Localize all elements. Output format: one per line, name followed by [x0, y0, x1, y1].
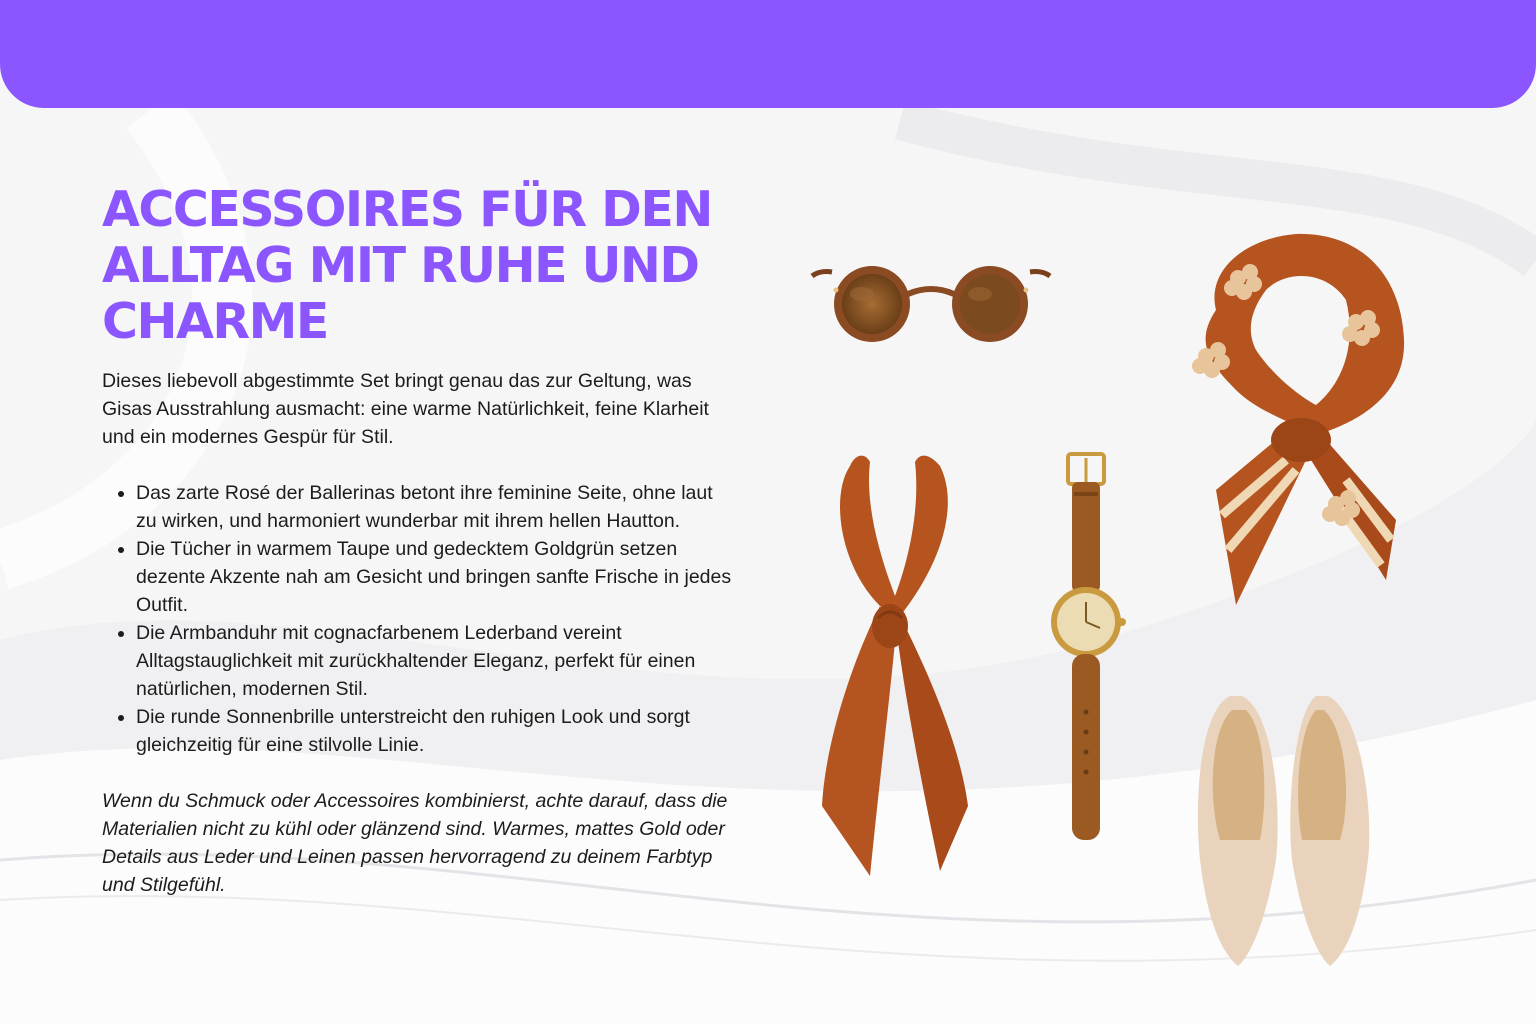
round-sunglasses-icon: [810, 266, 1052, 342]
floral-neck-scarf-icon: [1192, 233, 1405, 605]
list-item: Die Armbanduhr mit cognacfarbenem Lederb…: [136, 619, 732, 703]
header-bar: [0, 0, 1536, 108]
leather-watch-icon: [1051, 452, 1126, 840]
nude-ballerinas-icon: [1197, 696, 1370, 966]
list-item: Die Tücher in warmem Taupe und gedecktem…: [136, 535, 732, 619]
tip-paragraph: Wenn du Schmuck oder Accessoires kombini…: [102, 790, 728, 896]
text-column: ACCESSOIRES FÜR DEN ALLTAG MIT RUHE UND …: [102, 182, 732, 899]
list-item: Das zarte Rosé der Ballerinas betont ihr…: [136, 479, 732, 535]
page-title: ACCESSOIRES FÜR DEN ALLTAG MIT RUHE UND …: [102, 181, 713, 350]
list-item: Die runde Sonnenbrille unterstreicht den…: [136, 703, 732, 759]
intro-paragraph: Dieses liebevoll abgestimmte Set bringt …: [102, 370, 709, 448]
rust-neck-scarf-icon: [822, 455, 968, 876]
bullet-list: Das zarte Rosé der Ballerinas betont ihr…: [102, 479, 732, 759]
